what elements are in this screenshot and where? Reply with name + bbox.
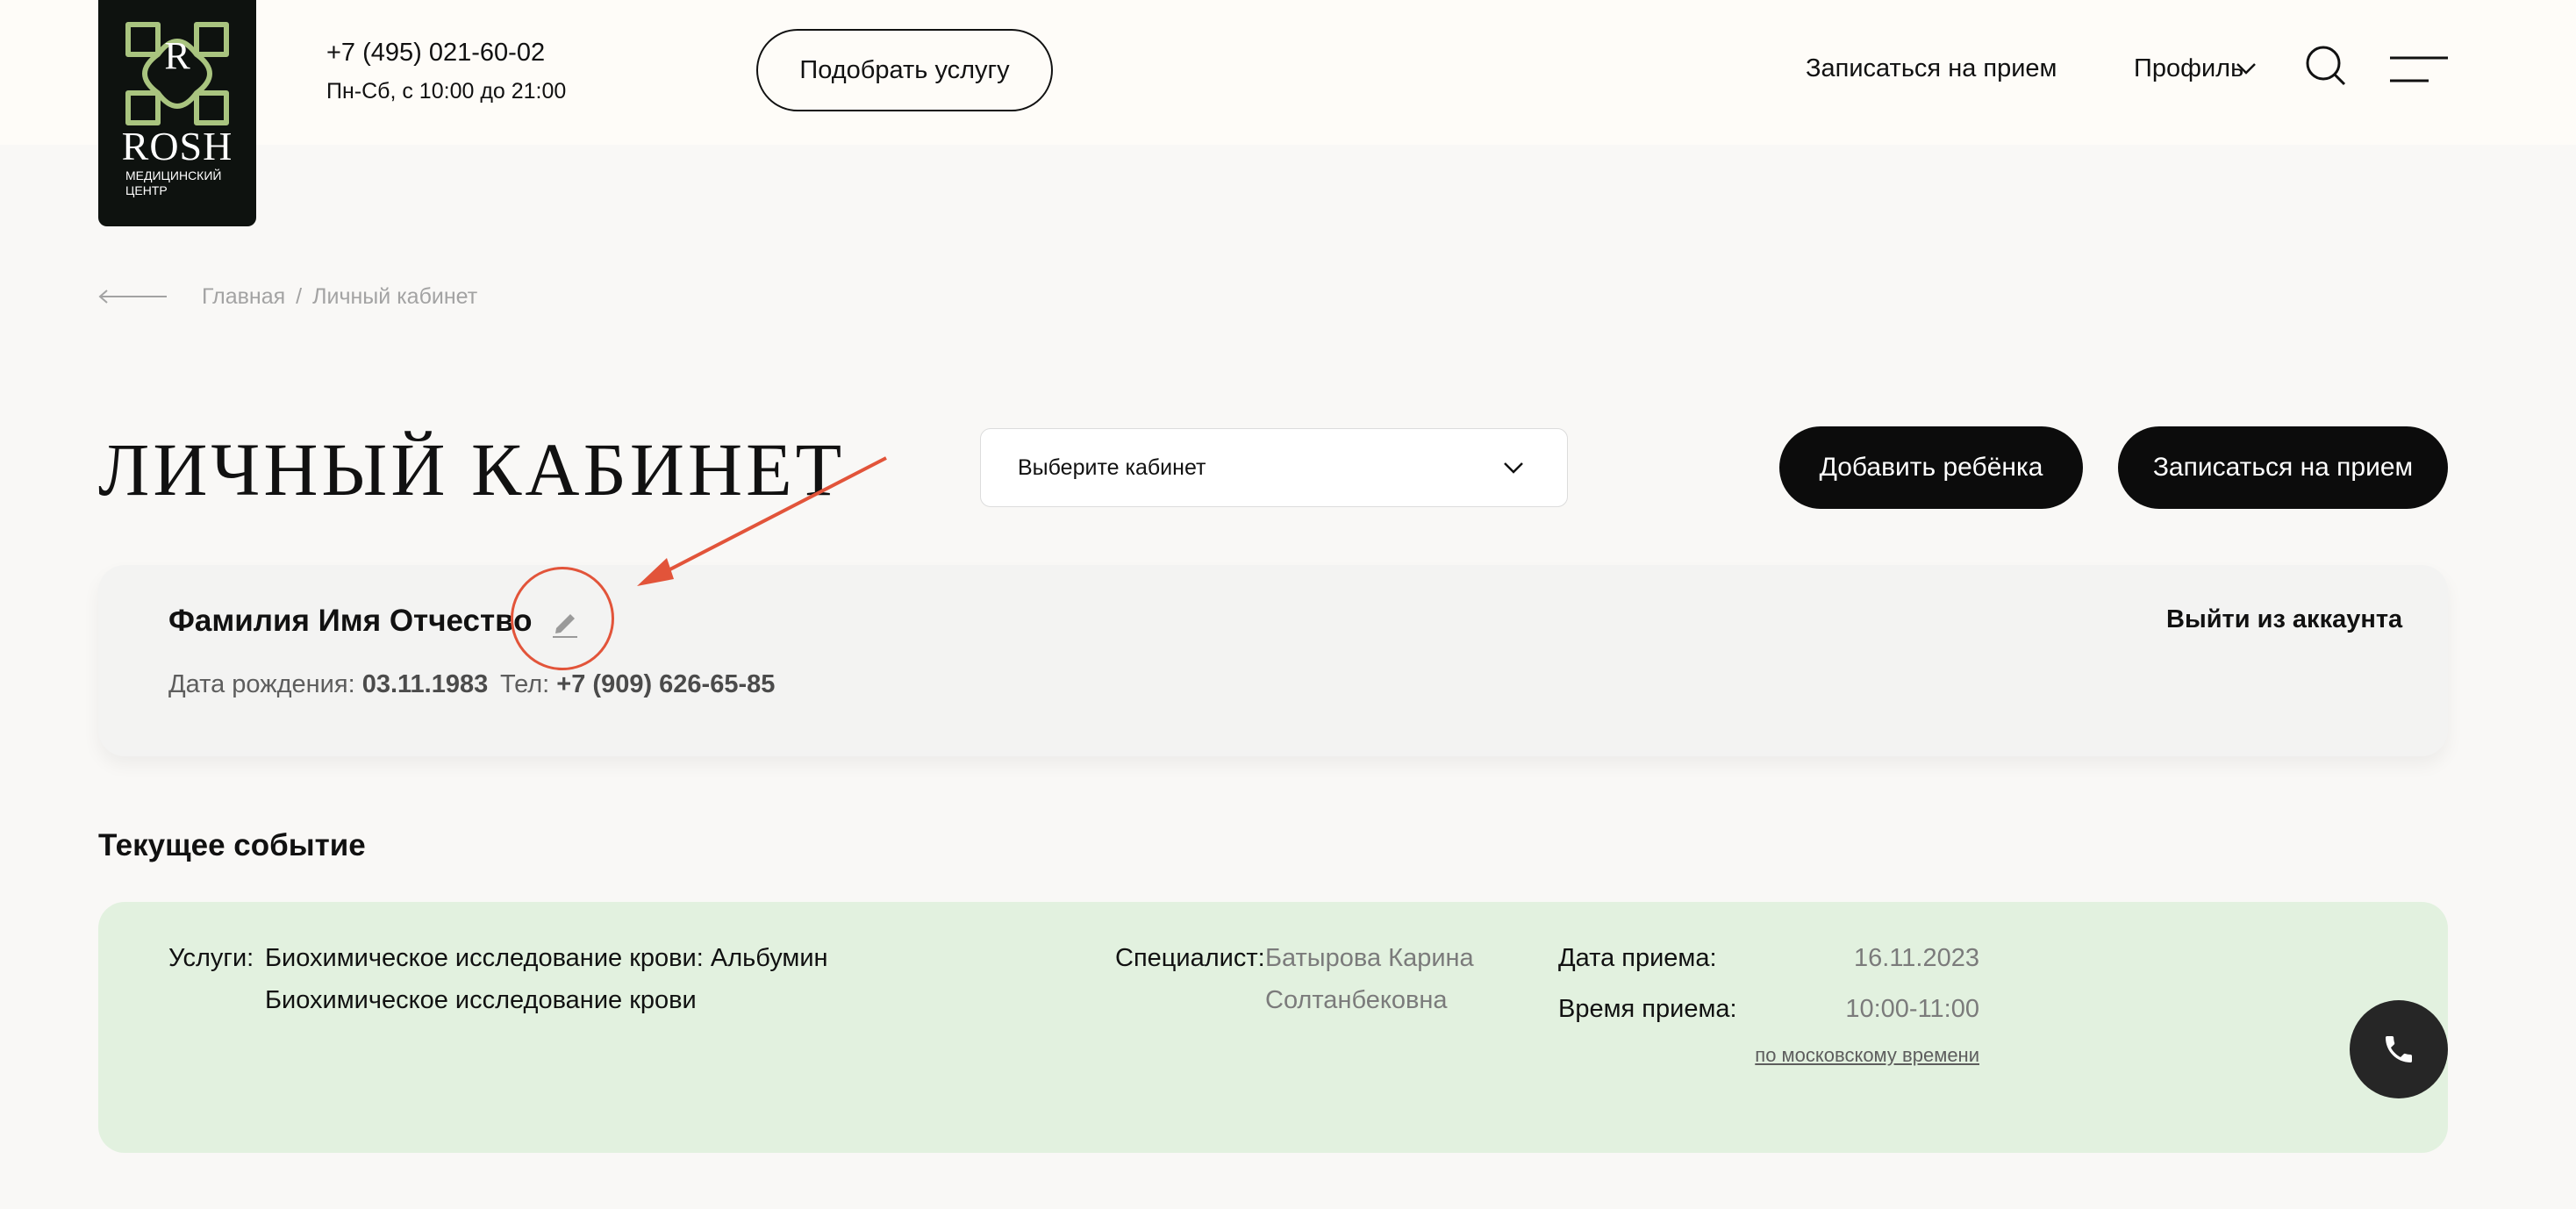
cabinet-select-value: Выберите кабинет — [1018, 455, 1206, 480]
current-event-title: Текущее событие — [98, 828, 366, 862]
profile-card — [98, 565, 2448, 756]
logo-name: ROSH — [121, 124, 233, 168]
header-hours: Пн-Сб, с 10:00 до 21:00 — [326, 79, 567, 104]
appointment-time-label: Время приема: — [1558, 995, 1737, 1023]
specialist-name: Батырова Карина — [1265, 944, 1474, 972]
logout-link[interactable]: Выйти из аккаунта — [2166, 605, 2402, 634]
timezone-note[interactable]: по московскому времени — [1716, 1044, 1979, 1067]
chevron-down-icon — [1504, 462, 1523, 474]
pick-service-button[interactable]: Подобрать услугу — [756, 29, 1053, 111]
appointment-date-label: Дата приема: — [1558, 944, 1717, 972]
service-item: Биохимическое исследование крови: Альбум… — [265, 944, 828, 972]
breadcrumb-current: Личный кабинет — [312, 284, 478, 309]
logo-subtitle: Медицинский центр — [125, 168, 222, 197]
call-button[interactable] — [2350, 1000, 2448, 1098]
annotation-arrow — [637, 456, 887, 586]
back-arrow-icon[interactable] — [98, 290, 168, 304]
birth-date-value: 03.11.1983 — [361, 670, 489, 698]
breadcrumb-separator: / — [296, 284, 303, 309]
annotation-circle — [511, 567, 614, 670]
phone-number: Тел: +7 (909) 626-65-85 — [500, 670, 775, 699]
profile-name: Фамилия Имя Отчество — [168, 604, 533, 638]
chevron-down-icon[interactable] — [2236, 61, 2257, 75]
header-phone[interactable]: +7 (495) 021-60-02 — [326, 39, 545, 68]
specialist-label: Специалист: — [1115, 944, 1265, 972]
birth-date-label: Дата рождения: — [168, 670, 355, 698]
nav-book-appointment[interactable]: Записаться на прием — [1806, 54, 2057, 83]
phone-icon — [2386, 1036, 2412, 1062]
specialist-name: Солтанбековна — [1265, 986, 1448, 1014]
appointment-date-value: 16.11.2023 — [1854, 944, 1979, 972]
services-label: Услуги: — [168, 944, 254, 972]
logo-letter: R — [164, 34, 190, 77]
add-child-button[interactable]: Добавить ребёнка — [1779, 426, 2083, 509]
search-icon[interactable] — [2304, 44, 2348, 88]
phone-label: Тел: — [500, 670, 550, 698]
logo[interactable]: R ROSH Медицинский центр — [98, 0, 256, 226]
current-event-card — [98, 902, 2448, 1153]
menu-icon[interactable] — [2390, 54, 2448, 84]
cabinet-select[interactable]: Выберите кабинет — [980, 428, 1568, 507]
breadcrumb: Главная / Личный кабинет — [202, 284, 477, 310]
breadcrumb-home[interactable]: Главная — [202, 284, 285, 309]
birth-date: Дата рождения: 03.11.1983 — [168, 670, 488, 699]
phone-value: +7 (909) 626-65-85 — [556, 670, 776, 698]
service-item: Биохимическое исследование крови — [265, 986, 697, 1014]
book-appointment-button[interactable]: Записаться на прием — [2118, 426, 2448, 509]
nav-profile[interactable]: Профиль — [2134, 54, 2243, 83]
appointment-time-value: 10:00-11:00 — [1845, 995, 1979, 1023]
